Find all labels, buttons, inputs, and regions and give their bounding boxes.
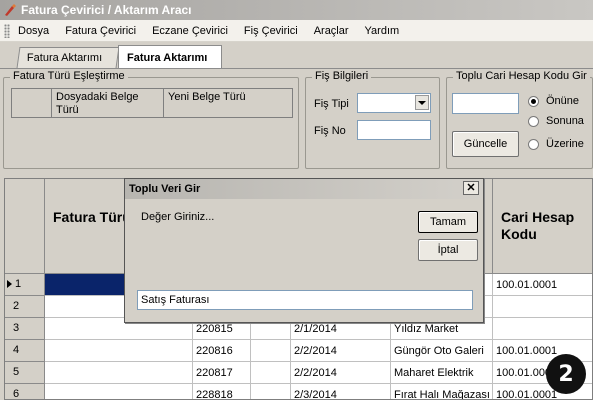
mapping-group-legend: Fatura Türü Eşleştirme — [10, 70, 128, 82]
radio-onune-label: Önüne — [546, 95, 580, 107]
fis-tipi-label: Fiş Tipi — [314, 98, 349, 110]
mapping-col-belge-turu[interactable]: Dosyadaki Belge Türü — [52, 89, 164, 117]
app-icon — [5, 4, 16, 16]
current-row-arrow-icon — [7, 280, 12, 288]
fis-group-legend: Fiş Bilgileri — [312, 70, 372, 82]
cell-name[interactable]: Güngör Oto Galeri — [391, 340, 493, 362]
tab-strip: Fatura Aktarımı Fatura Aktarımı — [0, 42, 593, 69]
cell-cari-kodu[interactable] — [493, 318, 592, 340]
tamam-button[interactable]: Tamam — [418, 211, 478, 233]
mapping-group: Fatura Türü Eşleştirme Dosyadaki Belge T… — [3, 70, 299, 169]
radio-uzerine[interactable]: Üzerine — [528, 138, 584, 150]
toplu-veri-dialog: Toplu Veri Gir ✕ Değer Giriniz... Tamam … — [124, 178, 484, 323]
row-header[interactable]: 4 — [5, 340, 45, 362]
mapping-col-yeni-belge-turu[interactable]: Yeni Belge Türü — [164, 89, 292, 117]
tab-label: Fatura Aktarımı — [26, 52, 103, 64]
radio-onune[interactable]: Önüne — [528, 95, 579, 107]
cell-date[interactable]: 2/2/2014 — [291, 362, 391, 384]
cell-fatura-no[interactable]: 220816 — [193, 340, 251, 362]
menu-yardim[interactable]: Yardım — [361, 25, 412, 37]
cell-name[interactable]: Fırat Halı Mağazası — [391, 384, 493, 399]
cell-date[interactable]: 2/2/2014 — [291, 340, 391, 362]
menu-eczane-cevirici[interactable]: Eczane Çevirici — [148, 25, 240, 37]
radio-icon — [528, 115, 539, 127]
grid-corner — [5, 179, 45, 274]
cell-blank[interactable] — [251, 340, 291, 362]
menu-araclar[interactable]: Araçlar — [310, 25, 361, 37]
cell-fatura-no[interactable]: 220817 — [193, 362, 251, 384]
fis-tipi-select[interactable] — [357, 93, 431, 113]
chevron-down-icon[interactable] — [415, 95, 429, 110]
menu-fis-cevirici[interactable]: Fiş Çevirici — [240, 25, 310, 37]
window-title-bar: Fatura Çevirici / Aktarım Aracı — [0, 0, 593, 20]
radio-sonuna-label: Sonuna — [546, 115, 584, 127]
cell-cari-kodu[interactable]: 100.01.0001 — [493, 274, 592, 296]
cell-blank[interactable] — [251, 384, 291, 399]
cell-fatura-turu[interactable] — [45, 362, 193, 384]
menu-dosya[interactable]: Dosya — [14, 25, 61, 37]
cell-fatura-turu[interactable] — [45, 340, 193, 362]
cell-name[interactable]: Maharet Elektrik — [391, 362, 493, 384]
mapping-table[interactable]: Dosyadaki Belge Türü Yeni Belge Türü — [11, 88, 293, 118]
dialog-prompt: Değer Giriniz... — [141, 211, 215, 223]
row-header[interactable]: 5 — [5, 362, 45, 384]
tab-fatura-aktarimi-2[interactable]: Fatura Aktarımı — [118, 45, 222, 69]
fis-no-label: Fiş No — [314, 125, 346, 137]
menu-fatura-cevirici[interactable]: Fatura Çevirici — [61, 25, 148, 37]
radio-sonuna[interactable]: Sonuna — [528, 115, 584, 127]
radio-icon — [528, 138, 539, 150]
iptal-button[interactable]: İptal — [418, 239, 478, 261]
dialog-title-bar: Toplu Veri Gir ✕ — [125, 179, 483, 199]
menu-grip-icon — [4, 23, 10, 38]
row-header[interactable]: 2 — [5, 296, 45, 318]
cari-code-input[interactable] — [452, 93, 519, 114]
cell-date[interactable]: 2/3/2014 — [291, 384, 391, 399]
header-cari-hesap-kodu[interactable]: Cari Hesap Kodu — [493, 179, 592, 274]
dialog-title: Toplu Veri Gir — [129, 183, 201, 195]
tab-divider — [0, 68, 593, 69]
row-header[interactable]: 3 — [5, 318, 45, 340]
close-icon[interactable]: ✕ — [463, 181, 479, 195]
window-title: Fatura Çevirici / Aktarım Aracı — [21, 3, 192, 17]
cell-blank[interactable] — [251, 362, 291, 384]
radio-selected-icon — [528, 95, 539, 107]
row-header[interactable]: 6 — [5, 384, 45, 399]
cell-cari-kodu[interactable] — [493, 296, 592, 318]
cari-group-legend: Toplu Cari Hesap Kodu Gir — [453, 70, 590, 82]
radio-uzerine-label: Üzerine — [546, 138, 584, 150]
tab-fatura-aktarimi-1[interactable]: Fatura Aktarımı — [16, 47, 120, 68]
step-badge: 2 — [546, 354, 586, 394]
dialog-value-input[interactable]: Satış Faturası — [137, 290, 473, 310]
menu-bar: Dosya Fatura Çevirici Eczane Çevirici Fi… — [0, 20, 593, 42]
cell-fatura-no[interactable]: 228818 — [193, 384, 251, 399]
fis-no-input[interactable] — [357, 120, 431, 140]
mapping-row-header — [12, 89, 52, 117]
fis-group: Fiş Bilgileri Fiş Tipi Fiş No — [305, 70, 440, 169]
cari-group: Toplu Cari Hesap Kodu Gir Güncelle Önüne… — [446, 70, 593, 169]
cell-fatura-turu[interactable] — [45, 384, 193, 399]
guncelle-button[interactable]: Güncelle — [452, 131, 519, 157]
